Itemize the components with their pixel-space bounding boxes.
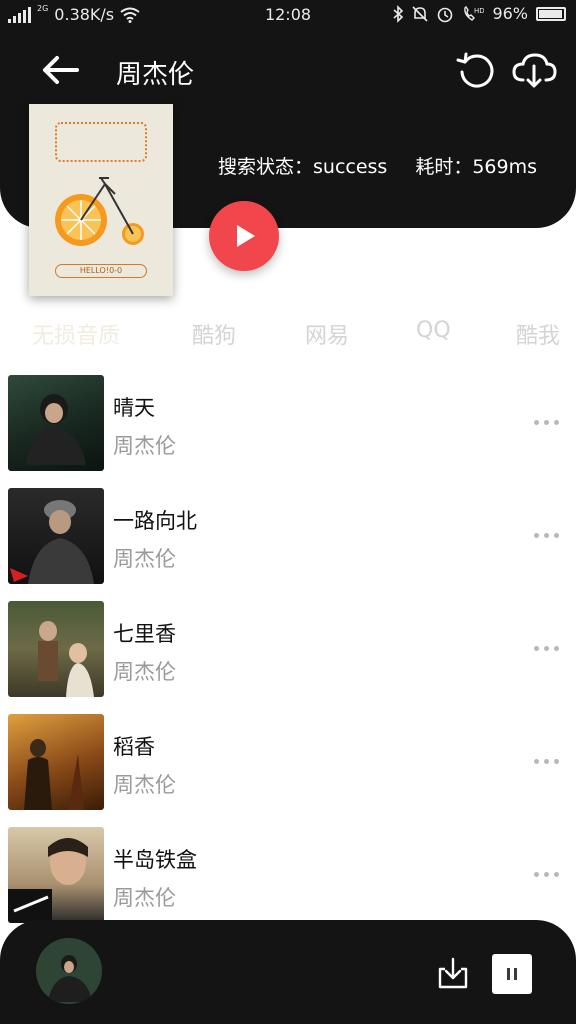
more-icon[interactable] (534, 640, 570, 656)
mute-bell-icon (412, 5, 429, 22)
tab-lossless[interactable]: 无损音质 (32, 318, 120, 350)
play-icon (237, 225, 255, 247)
play-all-button[interactable] (209, 201, 279, 271)
pause-icon (507, 968, 510, 980)
album-art (8, 714, 104, 810)
search-info: 搜索状态：success 耗时：569ms (218, 152, 537, 179)
cover-frame-decoration (55, 122, 147, 162)
tab-qq[interactable]: QQ (416, 318, 451, 343)
song-row[interactable]: 半岛铁盒 周杰伦 (0, 826, 576, 923)
song-title: 七里香 (113, 622, 176, 646)
status-right: HD 96% (392, 4, 566, 23)
song-row[interactable]: 七里香 周杰伦 (0, 600, 576, 697)
search-status: 搜索状态：success (218, 156, 388, 178)
now-playing-cover[interactable] (36, 938, 102, 1004)
song-row[interactable]: 稻香 周杰伦 (0, 713, 576, 810)
elapsed-time: 耗时：569ms (415, 156, 538, 178)
app-screen: 2G 0.38K/s 12:08 HD 96% 周杰伦 搜索状态：success… (0, 0, 576, 1024)
song-title: 一路向北 (113, 509, 197, 533)
song-artist: 周杰伦 (113, 886, 176, 910)
more-icon[interactable] (534, 753, 570, 769)
page-title: 周杰伦 (116, 60, 195, 90)
download-button[interactable] (436, 956, 470, 990)
back-button[interactable] (38, 50, 82, 90)
album-cover: HELLO!0-0 (29, 104, 173, 296)
tab-kugou[interactable]: 酷狗 (192, 318, 236, 350)
source-tabs: 无损音质 酷狗 网易 QQ 酷我 (0, 318, 576, 350)
refresh-icon (456, 52, 494, 88)
song-artist: 周杰伦 (113, 434, 176, 458)
tab-kuwo[interactable]: 酷我 (516, 318, 560, 350)
more-icon[interactable] (534, 527, 570, 543)
player-bar (0, 920, 576, 1024)
battery-percent: 96% (492, 4, 528, 23)
song-artist: 周杰伦 (113, 547, 176, 571)
song-artist: 周杰伦 (113, 660, 176, 684)
phone-hd-icon: HD (464, 5, 484, 21)
cloud-download-button[interactable] (511, 50, 557, 90)
song-row[interactable]: 晴天 周杰伦 (0, 374, 576, 471)
status-bar: 2G 0.38K/s 12:08 HD 96% (0, 0, 576, 32)
more-icon[interactable] (534, 866, 570, 882)
song-title: 稻香 (113, 735, 155, 759)
orange-bicycle-illustration (55, 177, 144, 246)
song-artist: 周杰伦 (113, 773, 176, 797)
battery-icon (536, 6, 566, 21)
tab-netease[interactable]: 网易 (305, 318, 349, 350)
album-art (8, 375, 104, 471)
song-title: 半岛铁盒 (113, 848, 197, 872)
album-art (8, 488, 104, 584)
bluetooth-icon (393, 4, 404, 23)
back-arrow-icon (43, 56, 79, 84)
download-icon (438, 957, 468, 989)
album-art (8, 827, 104, 923)
alarm-icon (438, 7, 453, 22)
cover-caption: HELLO!0-0 (55, 264, 147, 278)
pause-button[interactable] (492, 954, 532, 994)
more-icon[interactable] (534, 414, 570, 430)
refresh-button[interactable] (455, 50, 499, 90)
hd-label: HD (474, 7, 484, 15)
cloud-download-icon (512, 53, 557, 88)
album-art (8, 601, 104, 697)
song-row[interactable]: 一路向北 周杰伦 (0, 487, 576, 584)
song-title: 晴天 (113, 396, 155, 420)
